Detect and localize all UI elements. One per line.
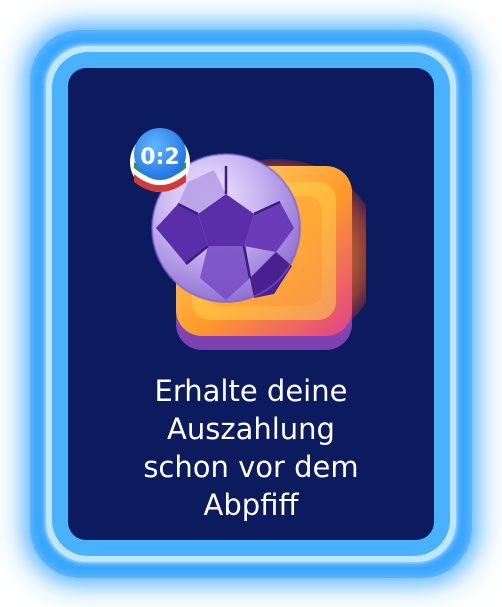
score-badge-label: 0:2 [140, 145, 179, 170]
promo-card[interactable]: 0:2 Erhalte deine Auszahlung schon vor d… [68, 68, 434, 540]
promo-headline: Erhalte deine Auszahlung schon vor dem A… [68, 372, 434, 524]
promo-tile[interactable]: 0:2 Erhalte deine Auszahlung schon vor d… [0, 0, 502, 607]
headline-line-2: Auszahlung [167, 412, 335, 446]
score-badge-icon: 0:2 [130, 128, 190, 192]
headline-line-3: schon vor dem [143, 450, 359, 484]
football-illustration: 0:2 [130, 128, 366, 350]
headline-line-1: Erhalte deine [154, 374, 348, 408]
headline-line-4: Abpfiff [203, 488, 299, 522]
